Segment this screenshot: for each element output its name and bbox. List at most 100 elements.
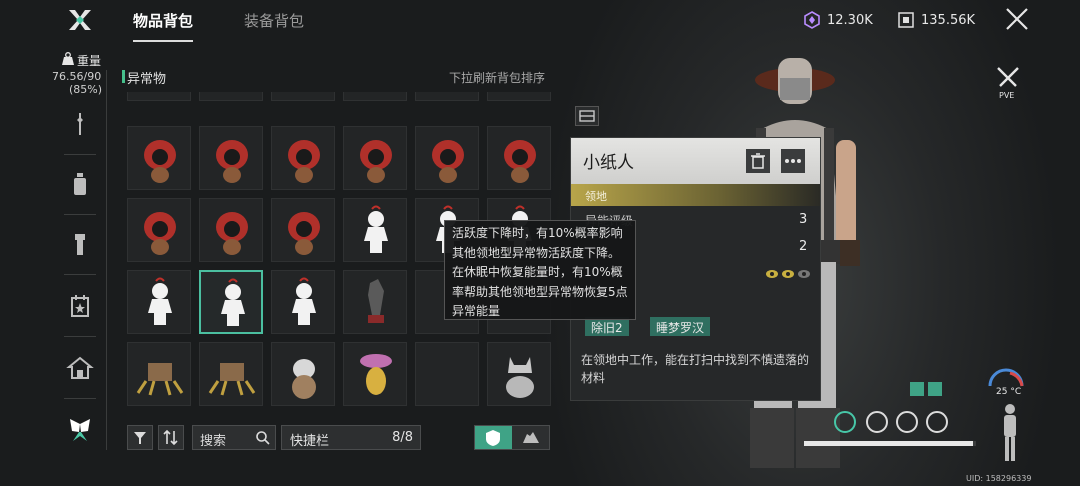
inventory-slot[interactable] xyxy=(127,126,191,190)
inventory-slot[interactable] xyxy=(271,198,335,262)
sidebar-separator xyxy=(64,274,96,275)
currency-crystal: 12.30K xyxy=(803,11,873,29)
inventory-slot[interactable] xyxy=(199,198,263,262)
inventory-slot[interactable] xyxy=(343,92,407,101)
inventory-slot[interactable] xyxy=(415,126,479,190)
inventory-slot[interactable] xyxy=(415,342,479,406)
wrench-icon[interactable] xyxy=(66,110,94,138)
hooded-doll-icon xyxy=(288,140,320,183)
butterfly-icon[interactable] xyxy=(66,416,94,444)
top-bar: 物品背包 装备背包 12.30K 135.56K xyxy=(0,0,1080,42)
temperature-value: 25 °C xyxy=(996,387,1022,397)
quickbar-count: 8/8 xyxy=(392,430,413,445)
paper-doll-icon xyxy=(221,278,245,326)
hooded-doll-icon xyxy=(504,140,536,183)
tab-item-bag[interactable]: 物品背包 xyxy=(133,10,194,42)
flashlight-icon[interactable] xyxy=(66,230,94,258)
inventory-slot[interactable] xyxy=(271,126,335,190)
bottle-icon[interactable] xyxy=(66,170,94,198)
house-icon[interactable] xyxy=(66,354,94,382)
section-accent-bar xyxy=(122,70,125,83)
inventory-slot[interactable] xyxy=(343,270,407,334)
hooded-doll-icon xyxy=(144,212,176,255)
inventory-slot[interactable] xyxy=(127,92,191,101)
trait-tooltip: 活跃度下降时，有10%概率影响其他领地型异常物活跃度下降。在休眠中恢复能量时，有… xyxy=(444,220,636,320)
inventory-slot[interactable] xyxy=(199,342,263,406)
sidebar-separator xyxy=(64,154,96,155)
inventory-slot[interactable] xyxy=(127,342,191,406)
inbox-icon xyxy=(579,110,595,122)
hooded-doll-icon xyxy=(288,212,320,255)
inventory-slot[interactable] xyxy=(343,126,407,190)
quickbar-button[interactable]: 快捷栏 8/8 xyxy=(281,425,421,450)
inventory-slot[interactable] xyxy=(415,92,479,101)
status-water[interactable] xyxy=(896,411,918,433)
tab-equipment-bag[interactable]: 装备背包 xyxy=(244,10,304,31)
paper-doll-icon xyxy=(148,277,172,325)
hooded-doll-icon xyxy=(216,212,248,255)
sort-button[interactable] xyxy=(158,425,184,450)
sidebar-divider xyxy=(106,70,107,450)
currency-chip: 135.56K xyxy=(897,11,975,29)
discard-button[interactable] xyxy=(746,149,770,173)
mailbox-icon[interactable] xyxy=(575,106,599,126)
inventory-slot[interactable] xyxy=(127,270,191,334)
inventory-slot[interactable] xyxy=(199,126,263,190)
crystal-hex-icon xyxy=(804,11,820,29)
close-icon[interactable] xyxy=(1004,6,1030,32)
currency-crystal-value: 12.30K xyxy=(827,12,873,28)
item-name: 小纸人 xyxy=(583,153,634,173)
inventory-slot-selected[interactable] xyxy=(199,270,263,334)
refresh-hint: 下拉刷新背包排序 xyxy=(449,71,546,85)
status-hunger[interactable] xyxy=(834,411,856,433)
buff-badge xyxy=(910,382,924,396)
toggle-hand-button[interactable] xyxy=(513,426,549,449)
stat-value: 3 xyxy=(799,212,808,227)
weight-icon xyxy=(62,52,74,65)
trait-badge[interactable]: 睡梦罗汉 xyxy=(650,317,711,336)
status-mood[interactable] xyxy=(926,411,948,433)
search-input[interactable]: 搜索 xyxy=(192,425,276,450)
health-bar-fill xyxy=(804,441,973,446)
inventory-slot[interactable] xyxy=(487,342,551,406)
cat-figurine-icon xyxy=(506,357,534,398)
inventory-slot[interactable] xyxy=(271,92,335,101)
view-toggle xyxy=(474,425,550,450)
calendar-icon[interactable] xyxy=(66,292,94,320)
hooded-doll-icon xyxy=(216,140,248,183)
inventory-slot[interactable] xyxy=(343,198,407,262)
search-label: 搜索 xyxy=(200,434,227,449)
pve-crossed-swords-icon[interactable] xyxy=(994,64,1022,90)
trash-icon xyxy=(751,153,765,169)
mushroom-creature-icon xyxy=(360,354,392,395)
sidebar-separator xyxy=(64,336,96,337)
inventory-slot[interactable] xyxy=(127,198,191,262)
user-id: UID: 158296339 xyxy=(966,474,1032,483)
filter-button[interactable] xyxy=(127,425,153,450)
status-stomach[interactable] xyxy=(866,411,888,433)
shield-badge-icon xyxy=(486,430,500,446)
mechanical-creature-icon xyxy=(368,279,384,323)
body-status-icon[interactable] xyxy=(996,402,1024,464)
inventory-slot[interactable] xyxy=(343,342,407,406)
more-dots-icon xyxy=(785,159,801,163)
inventory-slot[interactable] xyxy=(271,342,335,406)
toggle-shield-button[interactable] xyxy=(475,426,512,449)
hooded-doll-icon xyxy=(432,140,464,183)
spider-creature-icon xyxy=(136,363,184,396)
inventory-slot[interactable] xyxy=(271,270,335,334)
sidebar-separator xyxy=(64,214,96,215)
filter-icon xyxy=(134,432,146,444)
more-options-button[interactable] xyxy=(781,149,805,173)
hand-icon xyxy=(523,432,539,443)
quickbar-label: 快捷栏 xyxy=(290,434,330,449)
inventory-slot[interactable] xyxy=(487,126,551,190)
item-type-tag: 领地 xyxy=(571,184,820,206)
inventory-slot[interactable] xyxy=(487,92,551,101)
hooded-doll-icon xyxy=(360,140,392,183)
temperature-gauge-icon xyxy=(988,368,1024,387)
hooded-doll-icon xyxy=(144,140,176,183)
section-title: 异常物 xyxy=(127,72,167,87)
inventory-slot[interactable] xyxy=(199,92,263,101)
pve-label: PVE xyxy=(999,91,1015,100)
